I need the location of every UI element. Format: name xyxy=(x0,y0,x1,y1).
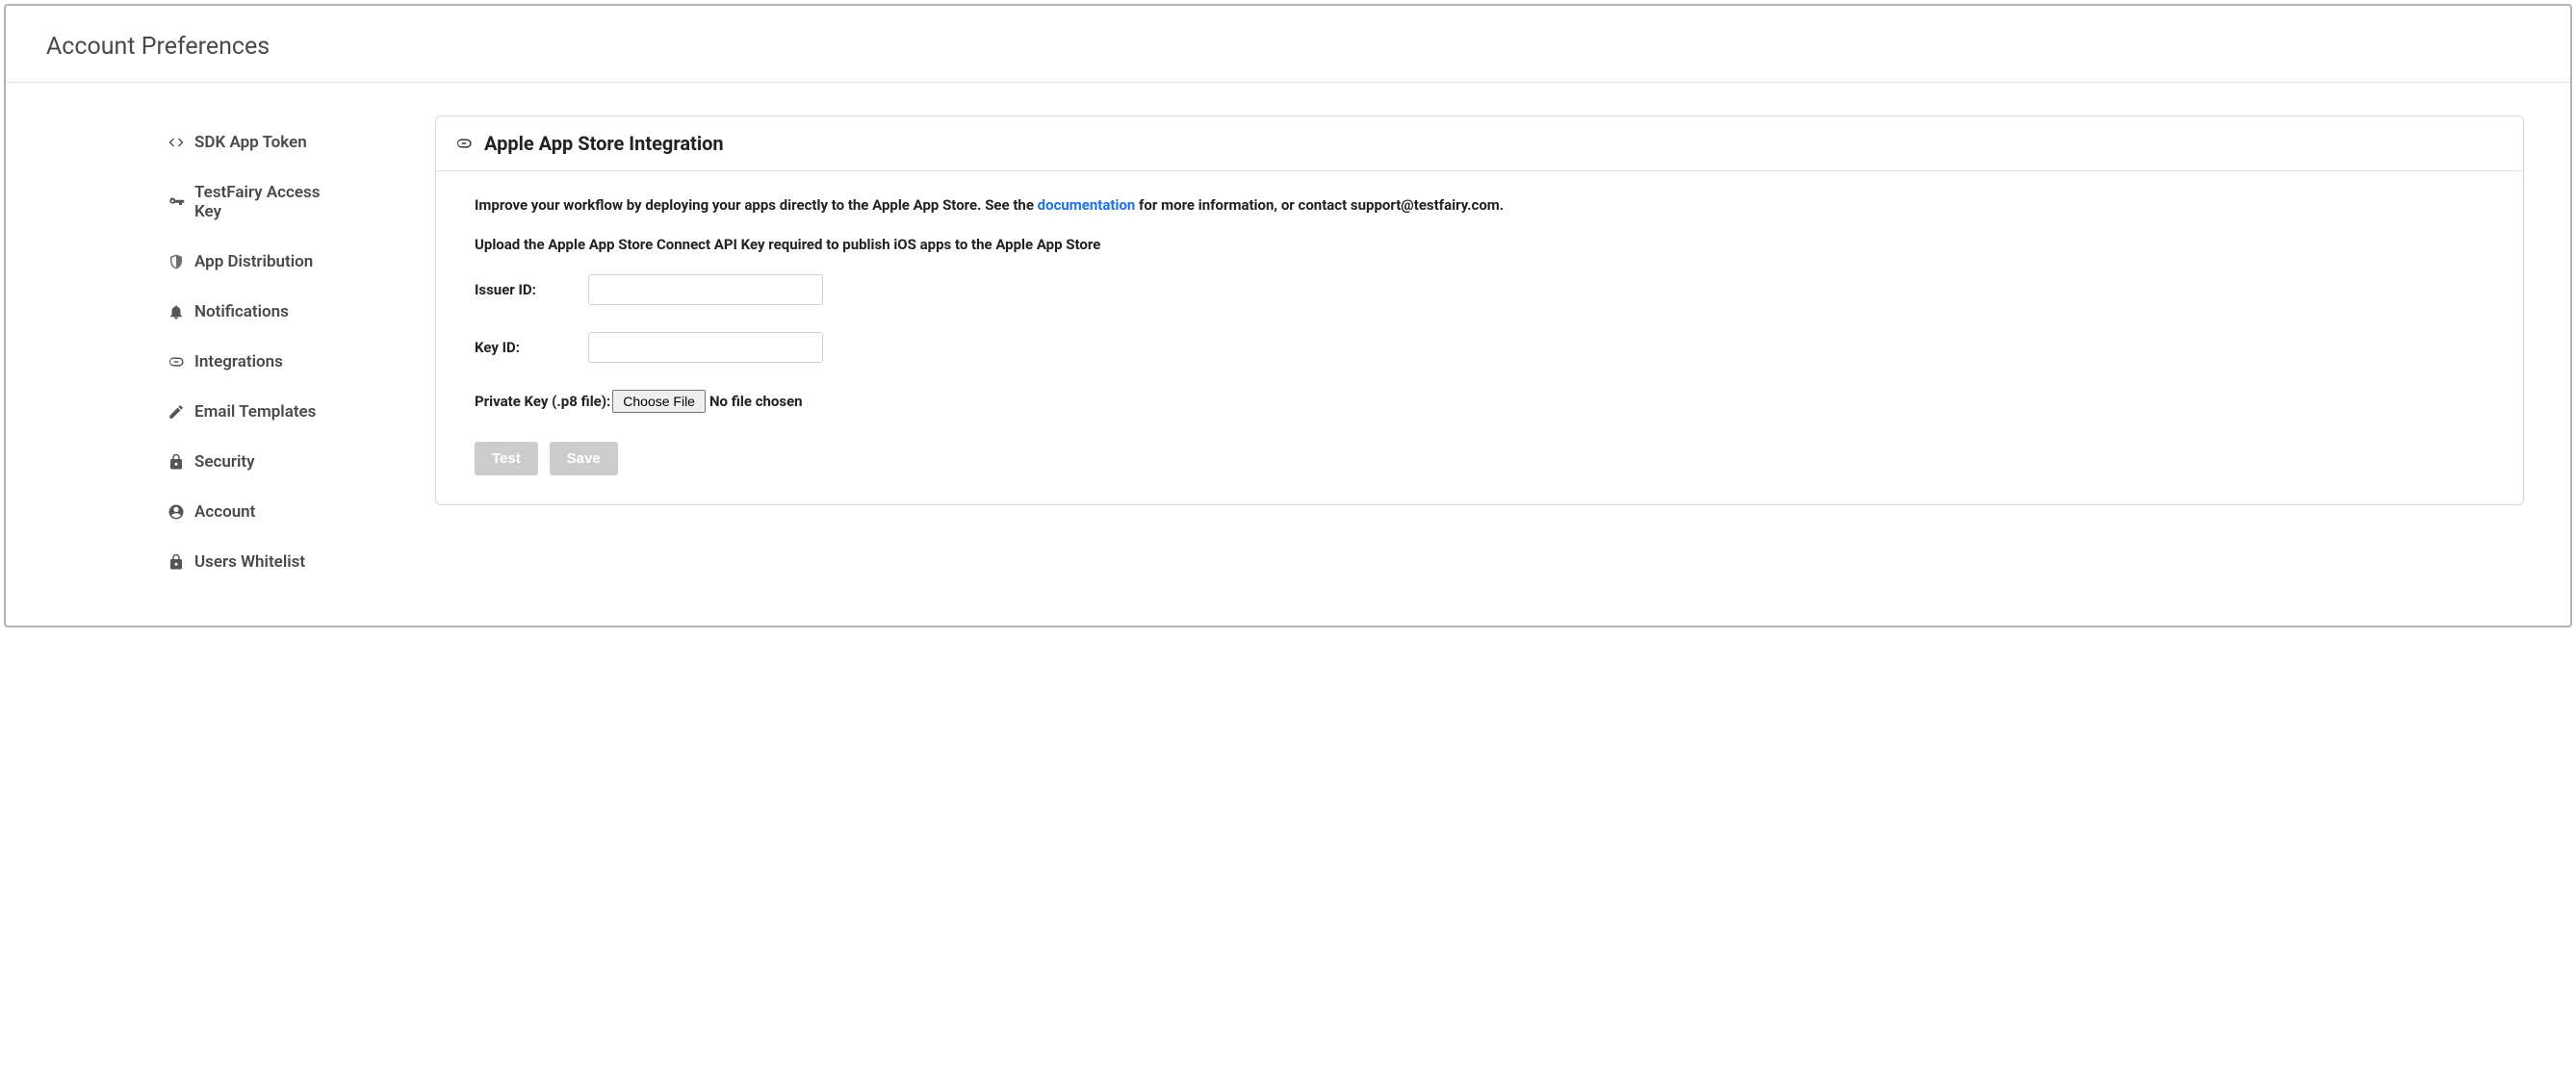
pencil-icon xyxy=(167,403,194,421)
sidebar-item-testfairy-access-key[interactable]: TestFairy Access Key xyxy=(167,167,333,237)
person-icon xyxy=(167,503,194,521)
documentation-link[interactable]: documentation xyxy=(1038,196,1136,214)
sidebar-item-label: App Distribution xyxy=(194,252,313,271)
sidebar-item-label: Notifications xyxy=(194,302,289,321)
private-key-label: Private Key (.p8 file): xyxy=(475,393,610,410)
issuer-id-row: Issuer ID: xyxy=(475,274,2485,305)
sidebar-item-sdk-app-token[interactable]: SDK App Token xyxy=(167,117,333,167)
code-icon xyxy=(167,134,194,151)
key-id-label: Key ID: xyxy=(475,339,588,356)
action-buttons: Test Save xyxy=(475,442,2485,475)
sidebar-item-label: TestFairy Access Key xyxy=(194,183,333,221)
choose-file-button[interactable]: Choose File xyxy=(612,390,706,413)
intro-post: for more information, or contact support… xyxy=(1135,196,1504,214)
sidebar-item-integrations[interactable]: Integrations xyxy=(167,337,333,387)
preferences-window: Account Preferences SDK App Token TestFa… xyxy=(4,4,2572,627)
issuer-id-label: Issuer ID: xyxy=(475,281,588,298)
page-title: Account Preferences xyxy=(46,33,2530,61)
issuer-id-input[interactable] xyxy=(588,274,823,305)
link-icon xyxy=(167,353,194,371)
shield-icon xyxy=(167,253,194,270)
lock-icon xyxy=(167,453,194,471)
sidebar-item-label: SDK App Token xyxy=(194,133,307,152)
save-button[interactable]: Save xyxy=(550,442,618,475)
sidebar-item-security[interactable]: Security xyxy=(167,437,333,487)
key-icon xyxy=(167,193,194,211)
sidebar: SDK App Token TestFairy Access Key App D… xyxy=(6,106,333,587)
sidebar-item-app-distribution[interactable]: App Distribution xyxy=(167,237,333,287)
sidebar-item-users-whitelist[interactable]: Users Whitelist xyxy=(167,537,333,587)
key-id-row: Key ID: xyxy=(475,332,2485,363)
sidebar-item-label: Security xyxy=(194,452,255,472)
sidebar-item-email-templates[interactable]: Email Templates xyxy=(167,387,333,437)
panel-header: Apple App Store Integration xyxy=(436,116,2523,171)
sidebar-item-label: Account xyxy=(194,502,255,522)
page-body: SDK App Token TestFairy Access Key App D… xyxy=(6,83,2570,587)
bell-icon xyxy=(167,303,194,320)
key-id-input[interactable] xyxy=(588,332,823,363)
sidebar-item-label: Integrations xyxy=(194,352,283,371)
intro-pre: Improve your workflow by deploying your … xyxy=(475,196,1038,214)
sidebar-item-notifications[interactable]: Notifications xyxy=(167,287,333,337)
test-button[interactable]: Test xyxy=(475,442,538,475)
private-key-row: Private Key (.p8 file): Choose File No f… xyxy=(475,390,2485,413)
panel-body: Improve your workflow by deploying your … xyxy=(436,171,2523,504)
file-status-text: No file chosen xyxy=(709,393,803,410)
intro-text: Improve your workflow by deploying your … xyxy=(475,194,2485,217)
main-content: Apple App Store Integration Improve your… xyxy=(333,106,2570,587)
integration-panel: Apple App Store Integration Improve your… xyxy=(435,115,2524,505)
lock-icon xyxy=(167,553,194,571)
sidebar-item-account[interactable]: Account xyxy=(167,487,333,537)
page-header: Account Preferences xyxy=(6,6,2570,83)
sidebar-item-label: Users Whitelist xyxy=(194,552,305,572)
link-icon xyxy=(455,135,477,152)
sidebar-item-label: Email Templates xyxy=(194,402,316,422)
sub-intro-text: Upload the Apple App Store Connect API K… xyxy=(475,236,2485,253)
panel-title: Apple App Store Integration xyxy=(484,132,724,155)
